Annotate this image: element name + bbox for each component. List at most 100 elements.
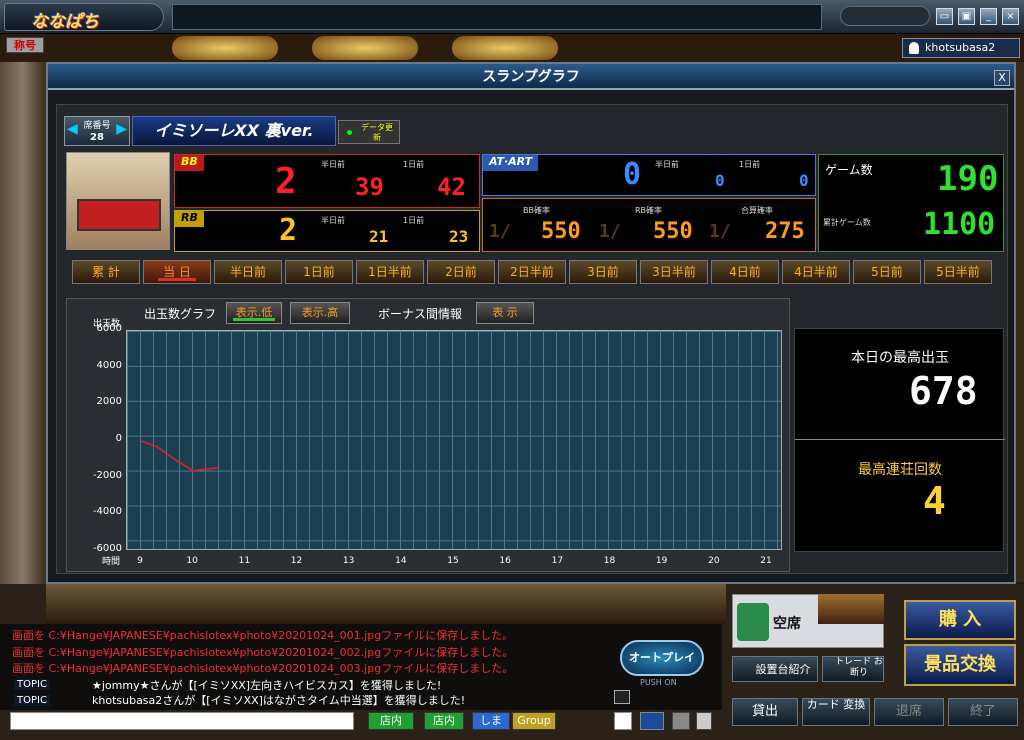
at-label: AT·ART (483, 155, 539, 171)
selected-indicator (233, 318, 275, 321)
user-badge: khotsubasa2 (902, 38, 1020, 58)
prize-exchange-button[interactable]: 景品交換 (904, 644, 1016, 686)
seat-selector[interactable]: ◀ 席番号 28 ▶ (64, 116, 130, 146)
period-tab[interactable]: 4日前 (711, 260, 779, 284)
window-mode-icon[interactable]: ▭ (936, 8, 953, 25)
x-tick-label: 12 (290, 556, 303, 566)
period-tab[interactable]: 2日半前 (498, 260, 566, 284)
at-panel: AT·ART 0 半日前 0 1日前 0 (482, 154, 816, 196)
logo-text: ななぱち (31, 12, 99, 32)
chart-svg (140, 440, 220, 472)
seat-icon (737, 603, 769, 641)
camera-icon[interactable] (672, 712, 690, 730)
period-tab[interactable]: 3日半前 (640, 260, 708, 284)
bb-label: BB (175, 155, 204, 171)
display-low-button[interactable]: 表示.低 (226, 302, 282, 324)
minimize-icon[interactable]: _ (980, 8, 997, 25)
rb-half-day: 21 (369, 227, 389, 246)
data-update-button[interactable]: データ更新 (338, 120, 400, 144)
chat-store-button-2[interactable]: 店内 (424, 712, 464, 730)
topic-label: TOPIC (14, 695, 50, 706)
rb-label: RB (175, 211, 204, 227)
bonus-show-button[interactable]: 表 示 (476, 302, 534, 324)
bb-count: 2 (275, 161, 297, 202)
x-tick-label: 10 (186, 556, 198, 566)
prev-seat-icon[interactable]: ◀ (67, 122, 78, 136)
username: khotsubasa2 (925, 41, 996, 54)
machine-intro-button[interactable]: 設置台紹介 (732, 656, 818, 682)
period-tab[interactable]: 4日半前 (782, 260, 850, 284)
end-button[interactable]: 終了 (948, 698, 1018, 726)
reel-image (77, 199, 161, 231)
y-tick-label: -6000 (92, 543, 122, 554)
screen-icon[interactable] (640, 712, 664, 730)
chat-input[interactable] (10, 712, 354, 730)
buy-button[interactable]: 購 入 (904, 600, 1016, 640)
chat-store-button[interactable]: 店内 (368, 712, 414, 730)
machine-panel-background (46, 584, 726, 624)
autoplay-button[interactable]: オートプレイ (620, 640, 704, 676)
total-rate: 275 (765, 219, 805, 244)
rb-one-day-label: 1日前 (403, 216, 425, 225)
card-convert-button[interactable]: カード 変換 (802, 698, 870, 726)
period-tab[interactable]: 3日前 (569, 260, 637, 284)
period-tab[interactable]: 5日前 (853, 260, 921, 284)
x-tick-label: 21 (760, 556, 772, 566)
next-seat-icon[interactable]: ▶ (116, 122, 127, 136)
leave-seat-button[interactable]: 退席 (874, 698, 944, 726)
lend-button[interactable]: 貸出 (732, 698, 798, 726)
period-tab[interactable]: 累 計 (72, 260, 140, 284)
chat-island-button[interactable]: しま (472, 712, 510, 730)
period-tab[interactable]: 半日前 (214, 260, 282, 284)
max-payout-value: 678 (909, 369, 978, 413)
period-tabs: 累 計当 日半日前 1日前 1日半前 2日前 2日半前 3日前 3日半前 4日前 4日半前 5日前… (72, 260, 1000, 284)
scroll-icon[interactable] (696, 712, 712, 730)
y-tick-label: 0 (115, 433, 122, 444)
period-tab[interactable]: 2日前 (427, 260, 495, 284)
slump-graph-dialog: スランプグラフ X ◀ 席番号 28 ▶ イミソーレXX 裏ver. データ更新… (46, 62, 1016, 584)
y-tick-label: -4000 (92, 506, 122, 518)
rb-rate-label: RB確率 (635, 206, 663, 215)
user-icon (909, 42, 919, 54)
trade-refuse-toggle[interactable]: トレード お断り (822, 656, 884, 682)
title-tag-button[interactable]: 称号 (6, 37, 44, 53)
rb-one-day: 23 (449, 227, 469, 246)
period-tab[interactable]: 1日前 (285, 260, 353, 284)
display-high-button[interactable]: 表示.高 (290, 302, 350, 324)
period-tab[interactable]: 1日半前 (356, 260, 424, 284)
at-half-day-label: 半日前 (655, 160, 679, 169)
background-machine (0, 62, 46, 622)
total-rate-prefix: 1/ (709, 221, 731, 242)
max-payout-label: 本日の最高出玉 (851, 350, 949, 366)
games-panel: ゲーム数 190 累計ゲーム数 1100 (818, 154, 1004, 252)
divider (795, 439, 1005, 440)
lamp-decoration (172, 36, 278, 60)
bb-half-day: 39 (355, 173, 384, 201)
payout-graph-tab[interactable]: 出玉数グラフ (144, 305, 216, 322)
checkbox[interactable] (614, 712, 632, 730)
period-tab[interactable]: 当 日 (143, 260, 211, 284)
lamp-decoration (312, 36, 418, 60)
dialog-close-button[interactable]: X (994, 70, 1010, 86)
settings-icon[interactable]: ▣ (958, 8, 975, 25)
total-games-count: 1100 (923, 207, 996, 242)
vacant-label: 空席 (773, 616, 801, 632)
total-rate-label: 合算確率 (741, 206, 773, 215)
minimize-log-icon[interactable] (614, 690, 630, 704)
close-icon[interactable]: × (1002, 8, 1019, 25)
seat-label: 席番号 (83, 121, 111, 131)
bonus-info-tab[interactable]: ボーナス間情報 (378, 305, 462, 322)
rb-half-day-label: 半日前 (321, 216, 345, 225)
push-on-label: PUSH ON (640, 678, 677, 687)
rates-panel: BB確率 1/ 550 RB確率 1/ 550 合算確率 1/ 275 (482, 198, 816, 252)
games-count: 190 (937, 159, 999, 199)
at-one-day: 0 (799, 171, 809, 190)
bb-rate-prefix: 1/ (489, 221, 511, 242)
chat-group-button[interactable]: Group (512, 712, 556, 730)
lamp-decoration (452, 36, 558, 60)
period-tab[interactable]: 5日半前 (924, 260, 992, 284)
at-half-day: 0 (715, 171, 725, 190)
volume-control[interactable] (840, 6, 930, 26)
log-line: 画面を C:¥Hange¥JAPANESE¥pachislotex¥photo¥… (12, 629, 514, 642)
payout-series-line (140, 440, 220, 472)
